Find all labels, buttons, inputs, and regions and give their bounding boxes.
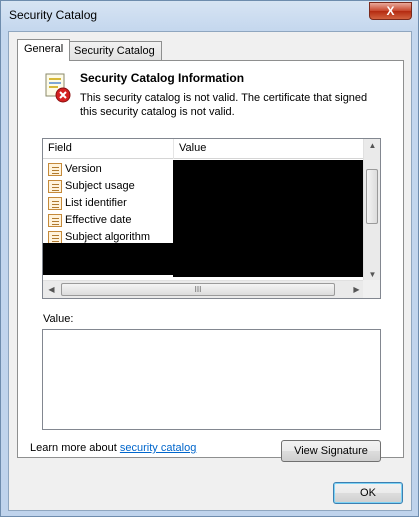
field-icon <box>48 163 62 176</box>
vertical-scrollbar[interactable]: ▲ ▼ <box>363 139 380 281</box>
value-textbox[interactable] <box>42 329 381 430</box>
list-item[interactable]: List identifier <box>47 195 150 212</box>
window-title: Security Catalog <box>9 8 98 22</box>
security-catalog-link[interactable]: security catalog <box>120 442 196 454</box>
learn-more-text: Learn more about security catalog <box>30 442 196 454</box>
security-catalog-window: Security Catalog X General Security Cata… <box>0 0 419 517</box>
redacted-values <box>173 160 365 277</box>
list-item[interactable]: Subject usage <box>47 178 150 195</box>
value-label: Value: <box>43 313 74 325</box>
info-title: Security Catalog Information <box>80 71 245 85</box>
learn-more-prefix: Learn more about <box>30 442 120 454</box>
scroll-down-icon[interactable]: ▼ <box>364 270 380 279</box>
tab-general[interactable]: General <box>17 39 71 61</box>
field-icon <box>48 197 62 210</box>
ok-button[interactable]: OK <box>333 482 403 504</box>
scroll-left-icon[interactable]: ◀ <box>43 285 60 294</box>
list-item-label: Subject algorithm <box>65 231 150 243</box>
column-header-field[interactable]: Field <box>48 142 72 154</box>
list-item[interactable]: Effective date <box>47 212 150 229</box>
horizontal-scroll-thumb[interactable]: III <box>61 283 335 296</box>
dialog-client-area: General Security Catalog Security Catalo… <box>8 31 412 511</box>
tab-security-catalog[interactable]: Security Catalog <box>67 41 162 61</box>
view-signature-button[interactable]: View Signature <box>281 440 381 462</box>
scrollbar-corner <box>363 280 380 298</box>
list-item-label: Subject usage <box>65 180 135 192</box>
title-bar[interactable]: Security Catalog X <box>1 1 418 31</box>
scroll-up-icon[interactable]: ▲ <box>364 141 380 150</box>
fields-listview[interactable]: Field Value Version Subject usage List i… <box>42 138 381 299</box>
list-item-label: Version <box>65 163 102 175</box>
field-icon <box>48 214 62 227</box>
info-message: This security catalog is not valid. The … <box>80 92 368 118</box>
list-header: Field Value <box>43 139 365 159</box>
column-separator[interactable] <box>173 139 174 159</box>
close-button[interactable]: X <box>369 2 412 20</box>
list-item[interactable]: Version <box>47 161 150 178</box>
vertical-scroll-thumb[interactable] <box>366 169 378 224</box>
field-icon <box>48 180 62 193</box>
redacted-rows <box>43 243 173 275</box>
general-tab-panel: Security Catalog Information This securi… <box>17 60 404 462</box>
list-item-label: List identifier <box>65 197 127 209</box>
list-rows: Version Subject usage List identifier Ef… <box>47 161 150 246</box>
column-header-value[interactable]: Value <box>179 142 206 154</box>
certificate-error-icon <box>45 73 71 103</box>
list-item-label: Effective date <box>65 214 132 226</box>
horizontal-scrollbar[interactable]: ◀ III ▶ <box>43 280 365 298</box>
